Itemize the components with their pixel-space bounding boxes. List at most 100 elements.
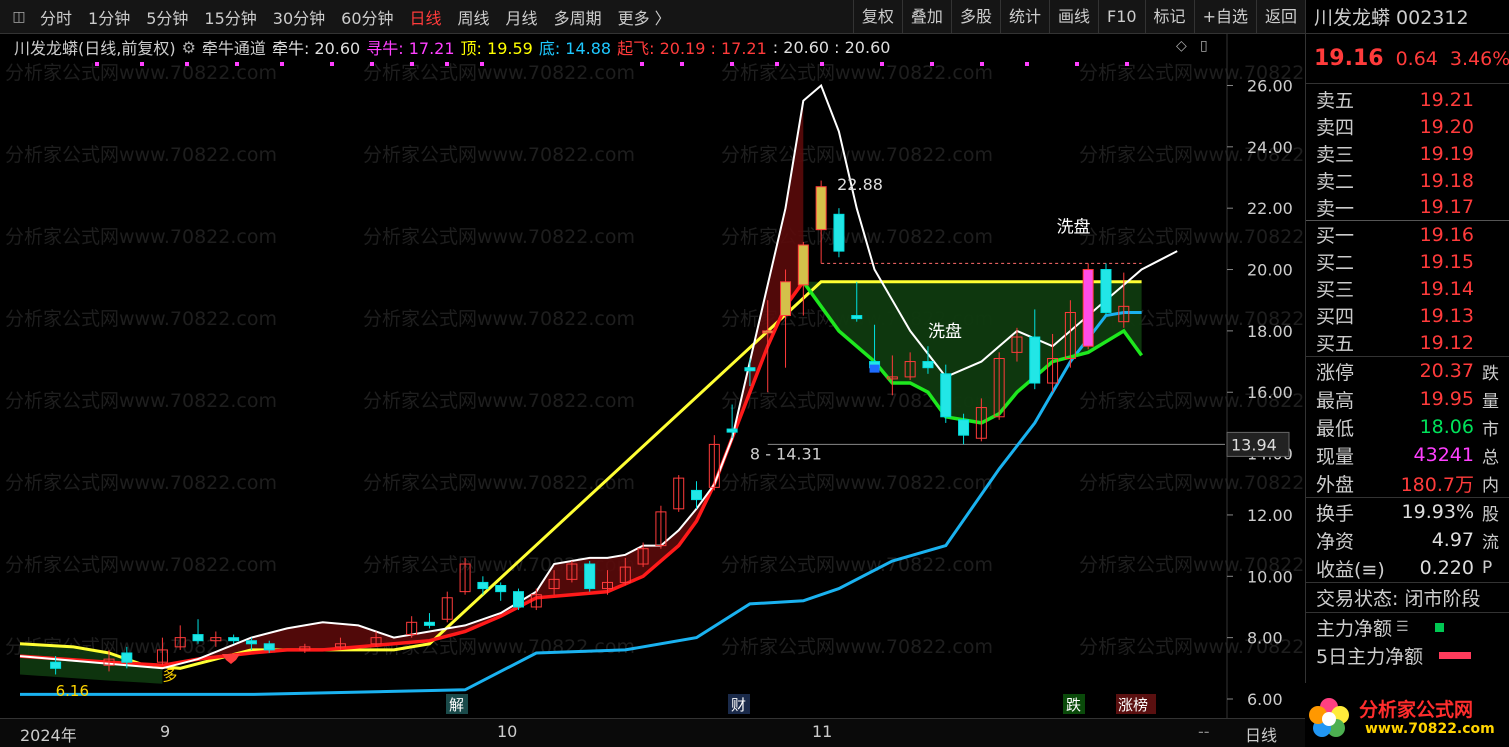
overlay-button[interactable]: 叠加 — [901, 0, 951, 34]
tab-period-5[interactable]: 60分钟 — [333, 5, 401, 29]
stat-label: 涨停 — [1316, 361, 1355, 384]
add-watchlist-button[interactable]: +自选 — [1193, 0, 1256, 34]
ask-label: 卖一 — [1316, 197, 1355, 220]
signal-dot — [820, 62, 824, 66]
sidebar-toggle-icon[interactable]: ◫ — [6, 7, 32, 27]
stock-title: 川发龙蟒 002312 — [1306, 0, 1509, 34]
zhuli5-label: 5日主力净额 — [1316, 645, 1424, 668]
bid-row: 买二 19.15 — [1306, 248, 1509, 275]
stat2-value: 19.93% — [1401, 501, 1474, 523]
wash-label-mid: 洗盘 — [928, 322, 962, 342]
time-label-oct: 10 — [497, 722, 518, 741]
tab-period-0[interactable]: 分时 — [32, 5, 80, 29]
watermark-text: 分析家公式网www.70822.com — [721, 62, 993, 84]
signal-dot — [930, 62, 934, 66]
watermark-text: 分析家公式网www.70822.com — [721, 636, 993, 658]
stats2-block: 换手 19.93% 股 净资 4.97 流 收益(≡) 0.220 P — [1306, 498, 1509, 583]
signal-dot — [775, 62, 779, 66]
ask-price: 19.20 — [1419, 115, 1474, 138]
tab-period-more[interactable]: 更多 〉 — [610, 5, 679, 29]
watermark-text: 分析家公式网www.70822.com — [721, 554, 993, 576]
legend-indicator[interactable]: 牵牛通道 — [202, 35, 266, 59]
y-tick-label: 8.00 — [1247, 629, 1283, 648]
candle-body — [922, 361, 934, 369]
ask-label: 卖五 — [1316, 90, 1355, 112]
signal-dot — [880, 62, 884, 66]
ask-label: 卖三 — [1316, 144, 1355, 166]
candle-body — [797, 244, 809, 286]
event-tag-cai: 财 — [731, 696, 746, 714]
fuquan-button[interactable]: 复权 — [852, 0, 902, 34]
window-icon[interactable]: ▯ — [1200, 38, 1208, 54]
ask-book: 卖五 19.21 卖四 19.20 卖三 19.19 卖二 19.18 卖一 19.17 — [1306, 84, 1509, 221]
stat-value: 20.37 — [1419, 360, 1474, 382]
bid-price: 19.12 — [1419, 331, 1474, 354]
event-tag-jie: 解 — [449, 696, 464, 714]
tab-period-9[interactable]: 多周期 — [546, 5, 610, 29]
candle-body — [1029, 336, 1041, 384]
chart-toolbar: ◫ 分时 1分钟 5分钟 15分钟 30分钟 60分钟 日线 周线 月线 多周期… — [0, 0, 1305, 34]
f10-button[interactable]: F10 — [1097, 0, 1145, 34]
draw-button[interactable]: 画线 — [1048, 0, 1098, 34]
gem-icon — [222, 654, 240, 664]
price-level-label: 13.94 — [1231, 435, 1277, 454]
multi-stock-button[interactable]: 多股 — [950, 0, 1000, 34]
watermark-text: 分析家公式网www.70822.com — [721, 472, 993, 494]
candle-body — [958, 419, 970, 436]
ask-label: 卖二 — [1316, 171, 1355, 193]
signal-dot — [980, 62, 984, 66]
current-price: 19.16 — [1314, 46, 1384, 71]
signal-dot — [140, 62, 144, 66]
ask-price: 19.18 — [1419, 169, 1474, 192]
legend-xunniu: 寻牛: 17.21 — [366, 39, 455, 58]
indicator-settings-icon[interactable]: ⚙ — [182, 38, 196, 57]
signal-dot — [370, 62, 374, 66]
legend-ding: 顶: 19.59 — [460, 39, 533, 58]
y-tick-label: 24.00 — [1247, 138, 1293, 157]
stat-value: 43241 — [1413, 444, 1474, 466]
tab-period-7[interactable]: 周线 — [450, 5, 498, 29]
back-button[interactable]: 返回 — [1255, 0, 1305, 34]
signal-dot — [1075, 62, 1079, 66]
axis-dash: -- — [1198, 722, 1210, 741]
zhuli-label: 主力净额 — [1316, 617, 1393, 640]
zhuli-row: 主力净额 ☰ — [1306, 613, 1509, 641]
ask-row: 卖三 19.19 — [1306, 140, 1509, 167]
channel-fill-red — [20, 100, 804, 669]
tab-period-2[interactable]: 5分钟 — [138, 5, 196, 29]
event-tag-zhangbang: 涨榜 — [1118, 696, 1148, 714]
peak-price-label: 22.88 — [837, 175, 883, 194]
tab-period-3[interactable]: 15分钟 — [196, 5, 264, 29]
y-tick-label: 26.00 — [1247, 76, 1293, 95]
signal-dot — [1125, 62, 1129, 66]
signal-dot — [185, 62, 189, 66]
tab-period-8[interactable]: 月线 — [498, 5, 546, 29]
list-icon[interactable]: ☰ — [1396, 619, 1409, 635]
stat-ext: 跌 — [1482, 363, 1499, 384]
candle-body — [1082, 269, 1094, 347]
ask-price: 19.21 — [1419, 88, 1474, 111]
candle-body — [1100, 269, 1112, 313]
stat2-value: 4.97 — [1431, 529, 1474, 551]
stats-button[interactable]: 统计 — [999, 0, 1049, 34]
tab-period-4[interactable]: 30分钟 — [265, 5, 333, 29]
stat2-label: 净资 — [1316, 530, 1355, 553]
tab-period-6[interactable]: 日线 — [402, 5, 450, 29]
y-tick-label: 6.00 — [1247, 690, 1283, 709]
signal-dot — [95, 62, 99, 66]
stat-ext: 总 — [1482, 447, 1499, 468]
candle-body — [263, 643, 275, 651]
price-change: 0.64 — [1395, 47, 1438, 70]
diamond-icon[interactable]: ◇ — [1176, 38, 1187, 54]
stat-ext: 市 — [1482, 419, 1499, 440]
candle-body — [477, 581, 489, 590]
time-label-nov: 11 — [812, 722, 833, 741]
candle-body — [584, 563, 596, 590]
kline-chart[interactable]: 分析家公式网www.70822.com 分析家公式网www.70822.com 分析… — [0, 34, 1351, 718]
tab-period-1[interactable]: 1分钟 — [80, 5, 138, 29]
bid-book: 买一 19.16 买二 19.15 买三 19.14 买四 19.13 买五 19.12 — [1306, 221, 1509, 357]
legend-qifei: 起飞: 20.19 : 17.21 — [617, 39, 767, 58]
ask-price: 19.17 — [1419, 196, 1474, 218]
mark-button[interactable]: 标记 — [1144, 0, 1194, 34]
y-tick-label: 16.00 — [1247, 383, 1293, 402]
